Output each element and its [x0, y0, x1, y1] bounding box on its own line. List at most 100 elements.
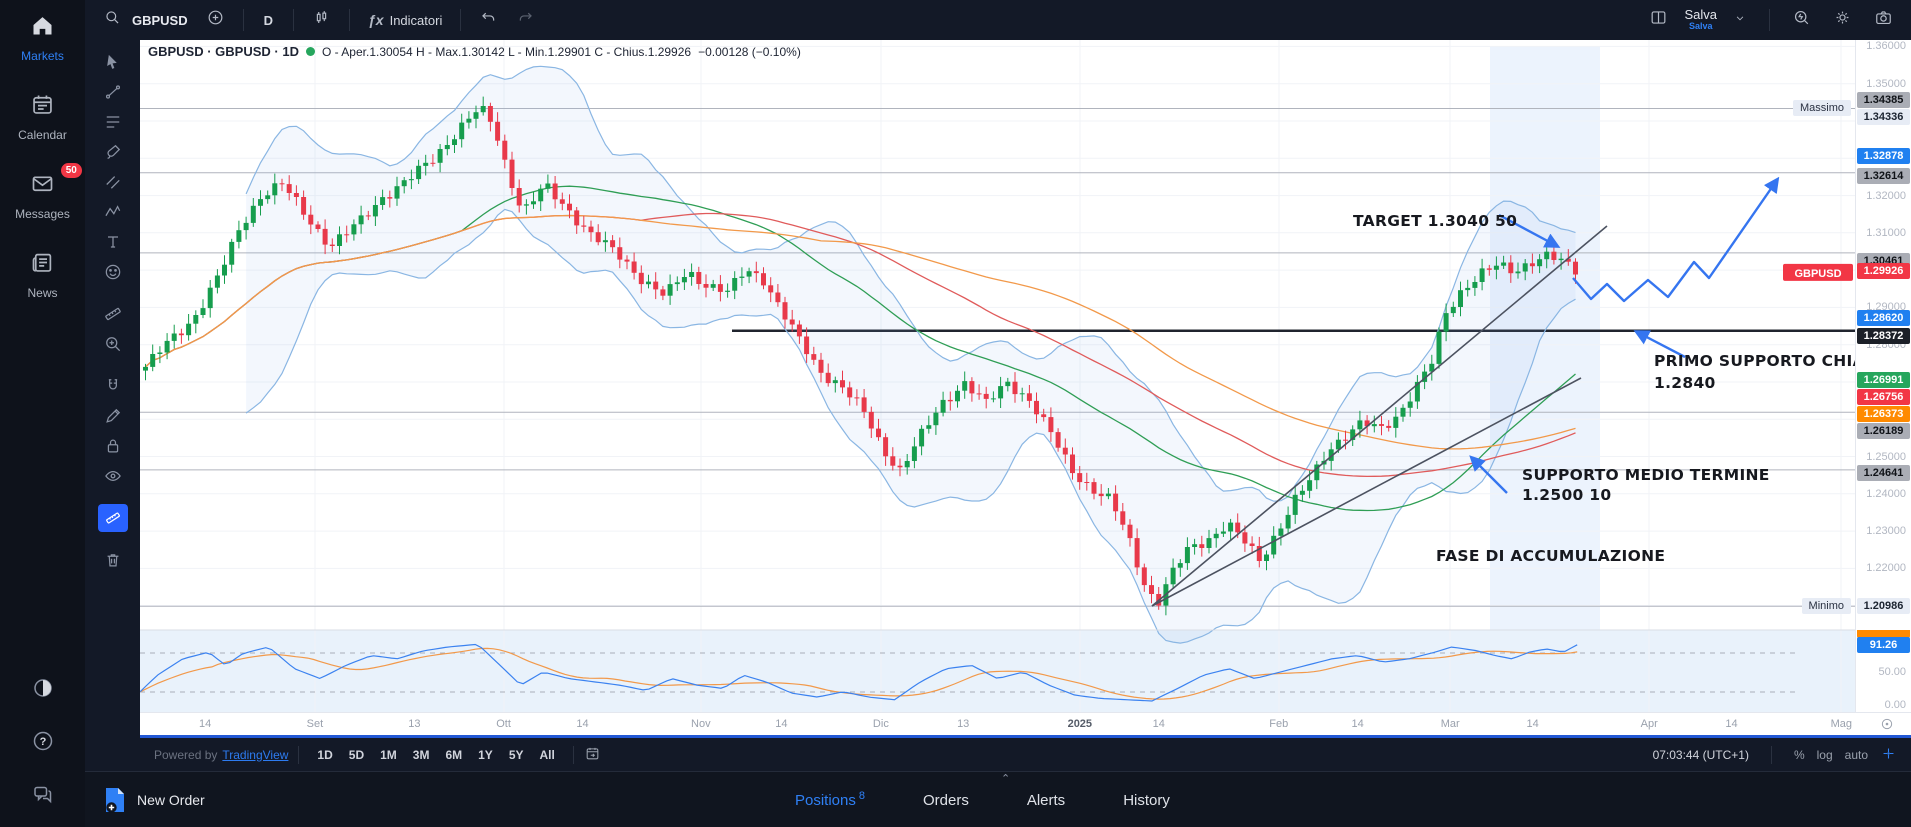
- interval-button[interactable]: D: [256, 9, 281, 32]
- draw-tool-zoom-icon[interactable]: [98, 330, 128, 358]
- undo-button[interactable]: [473, 4, 504, 36]
- draw-tool-fib-icon[interactable]: [98, 108, 128, 136]
- price-tick: 1.32000: [1866, 189, 1906, 202]
- draw-tool-emoji-icon[interactable]: [98, 258, 128, 286]
- svg-text:PRIMO SUPPORTO CHIAVE: PRIMO SUPPORTO CHIAVE: [1654, 352, 1855, 370]
- tab-history[interactable]: History: [1123, 792, 1170, 809]
- gear-icon: [1833, 8, 1852, 32]
- percent-scale-button[interactable]: %: [1794, 748, 1805, 762]
- tab-orders[interactable]: Orders: [923, 792, 969, 809]
- symbol-label: GBPUSD: [132, 12, 188, 28]
- range-button-all[interactable]: All: [532, 744, 563, 766]
- save-menu-button[interactable]: [1727, 7, 1753, 34]
- draw-tool-trash-icon[interactable]: [98, 546, 128, 574]
- chart-plot-area[interactable]: TARGET 1.3040 50 PRIMO SUPPORTO CHIAVE 1.2…: [140, 40, 1855, 712]
- tradingview-link[interactable]: TradingView: [222, 748, 288, 762]
- tab-positions[interactable]: Positions 8: [795, 790, 865, 809]
- chat-icon[interactable]: [31, 782, 55, 811]
- draw-tool-eye-icon[interactable]: [98, 462, 128, 490]
- time-tick: 14: [1725, 718, 1738, 730]
- svg-text:TARGET 1.3040 50: TARGET 1.3040 50: [1353, 212, 1517, 230]
- draw-tool-channel-icon[interactable]: [98, 168, 128, 196]
- draw-tool-brush-icon[interactable]: [98, 138, 128, 166]
- clock-label[interactable]: 07:03:44 (UTC+1): [1653, 748, 1749, 762]
- mail-icon: [29, 170, 56, 202]
- price-tick: 1.24000: [1866, 487, 1906, 500]
- sidebar-item-news[interactable]: News: [27, 249, 58, 300]
- sidebar-item-calendar[interactable]: Calendar: [18, 91, 67, 142]
- unread-badge: 50: [60, 163, 82, 178]
- time-scale-settings-icon[interactable]: [1879, 716, 1895, 735]
- snapshot-button[interactable]: [1868, 4, 1899, 36]
- time-tick: Mar: [1440, 718, 1460, 730]
- price-badge-red: 1.26756: [1857, 389, 1910, 406]
- contrast-icon[interactable]: [31, 676, 55, 705]
- log-scale-button[interactable]: log: [1817, 748, 1833, 762]
- new-order-label: New Order: [137, 791, 205, 808]
- sidebar-item-messages[interactable]: 50 Messages: [15, 163, 82, 221]
- range-button-5d[interactable]: 5D: [341, 744, 372, 766]
- draw-tool-measure-icon[interactable]: [97, 504, 128, 532]
- bottom-chart-toolbar: Powered by TradingView 1D 5D 1M 3M 6M 1Y 5Y All…: [140, 738, 1911, 771]
- sidebar-item-markets[interactable]: Markets: [21, 12, 64, 63]
- auto-scale-button[interactable]: auto: [1845, 748, 1868, 762]
- main-area: GBPUSD D ƒx Indicatori Salva Salva TARGE…: [85, 0, 1911, 827]
- price-badge-green: 1.26991: [1857, 372, 1910, 389]
- settings-button[interactable]: [1827, 4, 1858, 36]
- panel-expand-chevron-icon[interactable]: ⌃: [1001, 772, 1010, 785]
- chart-legend: GBPUSD · GBPUSD · 1D O - Aper.1.30054 H …: [148, 44, 801, 59]
- draw-tool-pencil-icon[interactable]: [98, 402, 128, 430]
- legend-change: −0.00128 (−0.10%): [698, 44, 801, 59]
- range-button-5y[interactable]: 5Y: [501, 744, 532, 766]
- draw-tool-lock-icon[interactable]: [98, 432, 128, 460]
- candlestick-icon: [312, 8, 331, 32]
- indicators-button[interactable]: ƒx Indicatori: [362, 8, 448, 32]
- massimo-chip: Massimo: [1792, 100, 1851, 117]
- indicators-label: Indicatori: [389, 12, 443, 28]
- draw-tool-cursor-icon[interactable]: [98, 48, 128, 76]
- time-scale[interactable]: 14 Set 13 Ott 14 Nov 14 Dic 13 2025 14 Feb 14 Mar 14 Ap…: [140, 712, 1911, 738]
- price-scale[interactable]: 1.360001.350001.340001.320001.310001.290…: [1855, 40, 1911, 712]
- price-badge-blue: 1.32878: [1857, 147, 1910, 164]
- chart-column: TARGET 1.3040 50PRIMO SUPPORTO CHIAVE1.2…: [140, 40, 1911, 771]
- range-button-1d[interactable]: 1D: [309, 744, 340, 766]
- chart-style-button[interactable]: [306, 4, 337, 36]
- range-button-1y[interactable]: 1Y: [470, 744, 501, 766]
- news-icon: [29, 249, 56, 281]
- time-tick: Ott: [496, 718, 511, 730]
- range-button-6m[interactable]: 6M: [437, 744, 470, 766]
- svg-text:FASE DI ACCUMULAZIONE: FASE DI ACCUMULAZIONE: [1436, 547, 1665, 565]
- time-tick: 14: [775, 718, 788, 730]
- toolbar-divider: [460, 9, 462, 31]
- range-button-3m[interactable]: 3M: [405, 744, 438, 766]
- go-to-date-button[interactable]: [584, 745, 601, 765]
- camera-icon: [1874, 8, 1893, 32]
- draw-tool-pattern-icon[interactable]: [98, 198, 128, 226]
- new-order-button[interactable]: New Order: [85, 786, 205, 814]
- powered-by-label: Powered by: [154, 747, 218, 762]
- symbol-search-button[interactable]: GBPUSD: [97, 4, 194, 36]
- price-tick: 1.23000: [1866, 525, 1906, 538]
- range-button-1m[interactable]: 1M: [372, 744, 405, 766]
- legend-symbol[interactable]: GBPUSD · GBPUSD · 1D: [148, 44, 299, 59]
- help-icon[interactable]: ?: [31, 729, 55, 758]
- toolbar-divider: [298, 745, 300, 764]
- save-sub-label: Salva: [1688, 21, 1713, 32]
- quick-search-button[interactable]: [1786, 4, 1817, 36]
- time-tick: Apr: [1640, 718, 1658, 730]
- save-button[interactable]: Salva Salva: [1684, 8, 1717, 31]
- redo-button[interactable]: [510, 4, 541, 36]
- time-tick: 13: [408, 718, 421, 730]
- tab-alerts[interactable]: Alerts: [1027, 792, 1065, 809]
- draw-tool-magnet-icon[interactable]: [98, 372, 128, 400]
- draw-tool-ruler-icon[interactable]: [98, 300, 128, 328]
- draw-tool-trendline-icon[interactable]: [98, 78, 128, 106]
- time-tick: 14: [1351, 718, 1364, 730]
- range-selector: 1D 5D 1M 3M 6M 1Y 5Y All: [309, 744, 562, 766]
- layout-button[interactable]: [1643, 4, 1674, 36]
- draw-tool-text-icon[interactable]: [98, 228, 128, 256]
- compare-add-button[interactable]: [200, 4, 231, 36]
- trading-app: Markets Calendar 50 Messages News? GBPUSD D …: [0, 0, 1911, 827]
- scale-target-icon[interactable]: [1880, 745, 1897, 765]
- time-tick: Feb: [1269, 718, 1289, 730]
